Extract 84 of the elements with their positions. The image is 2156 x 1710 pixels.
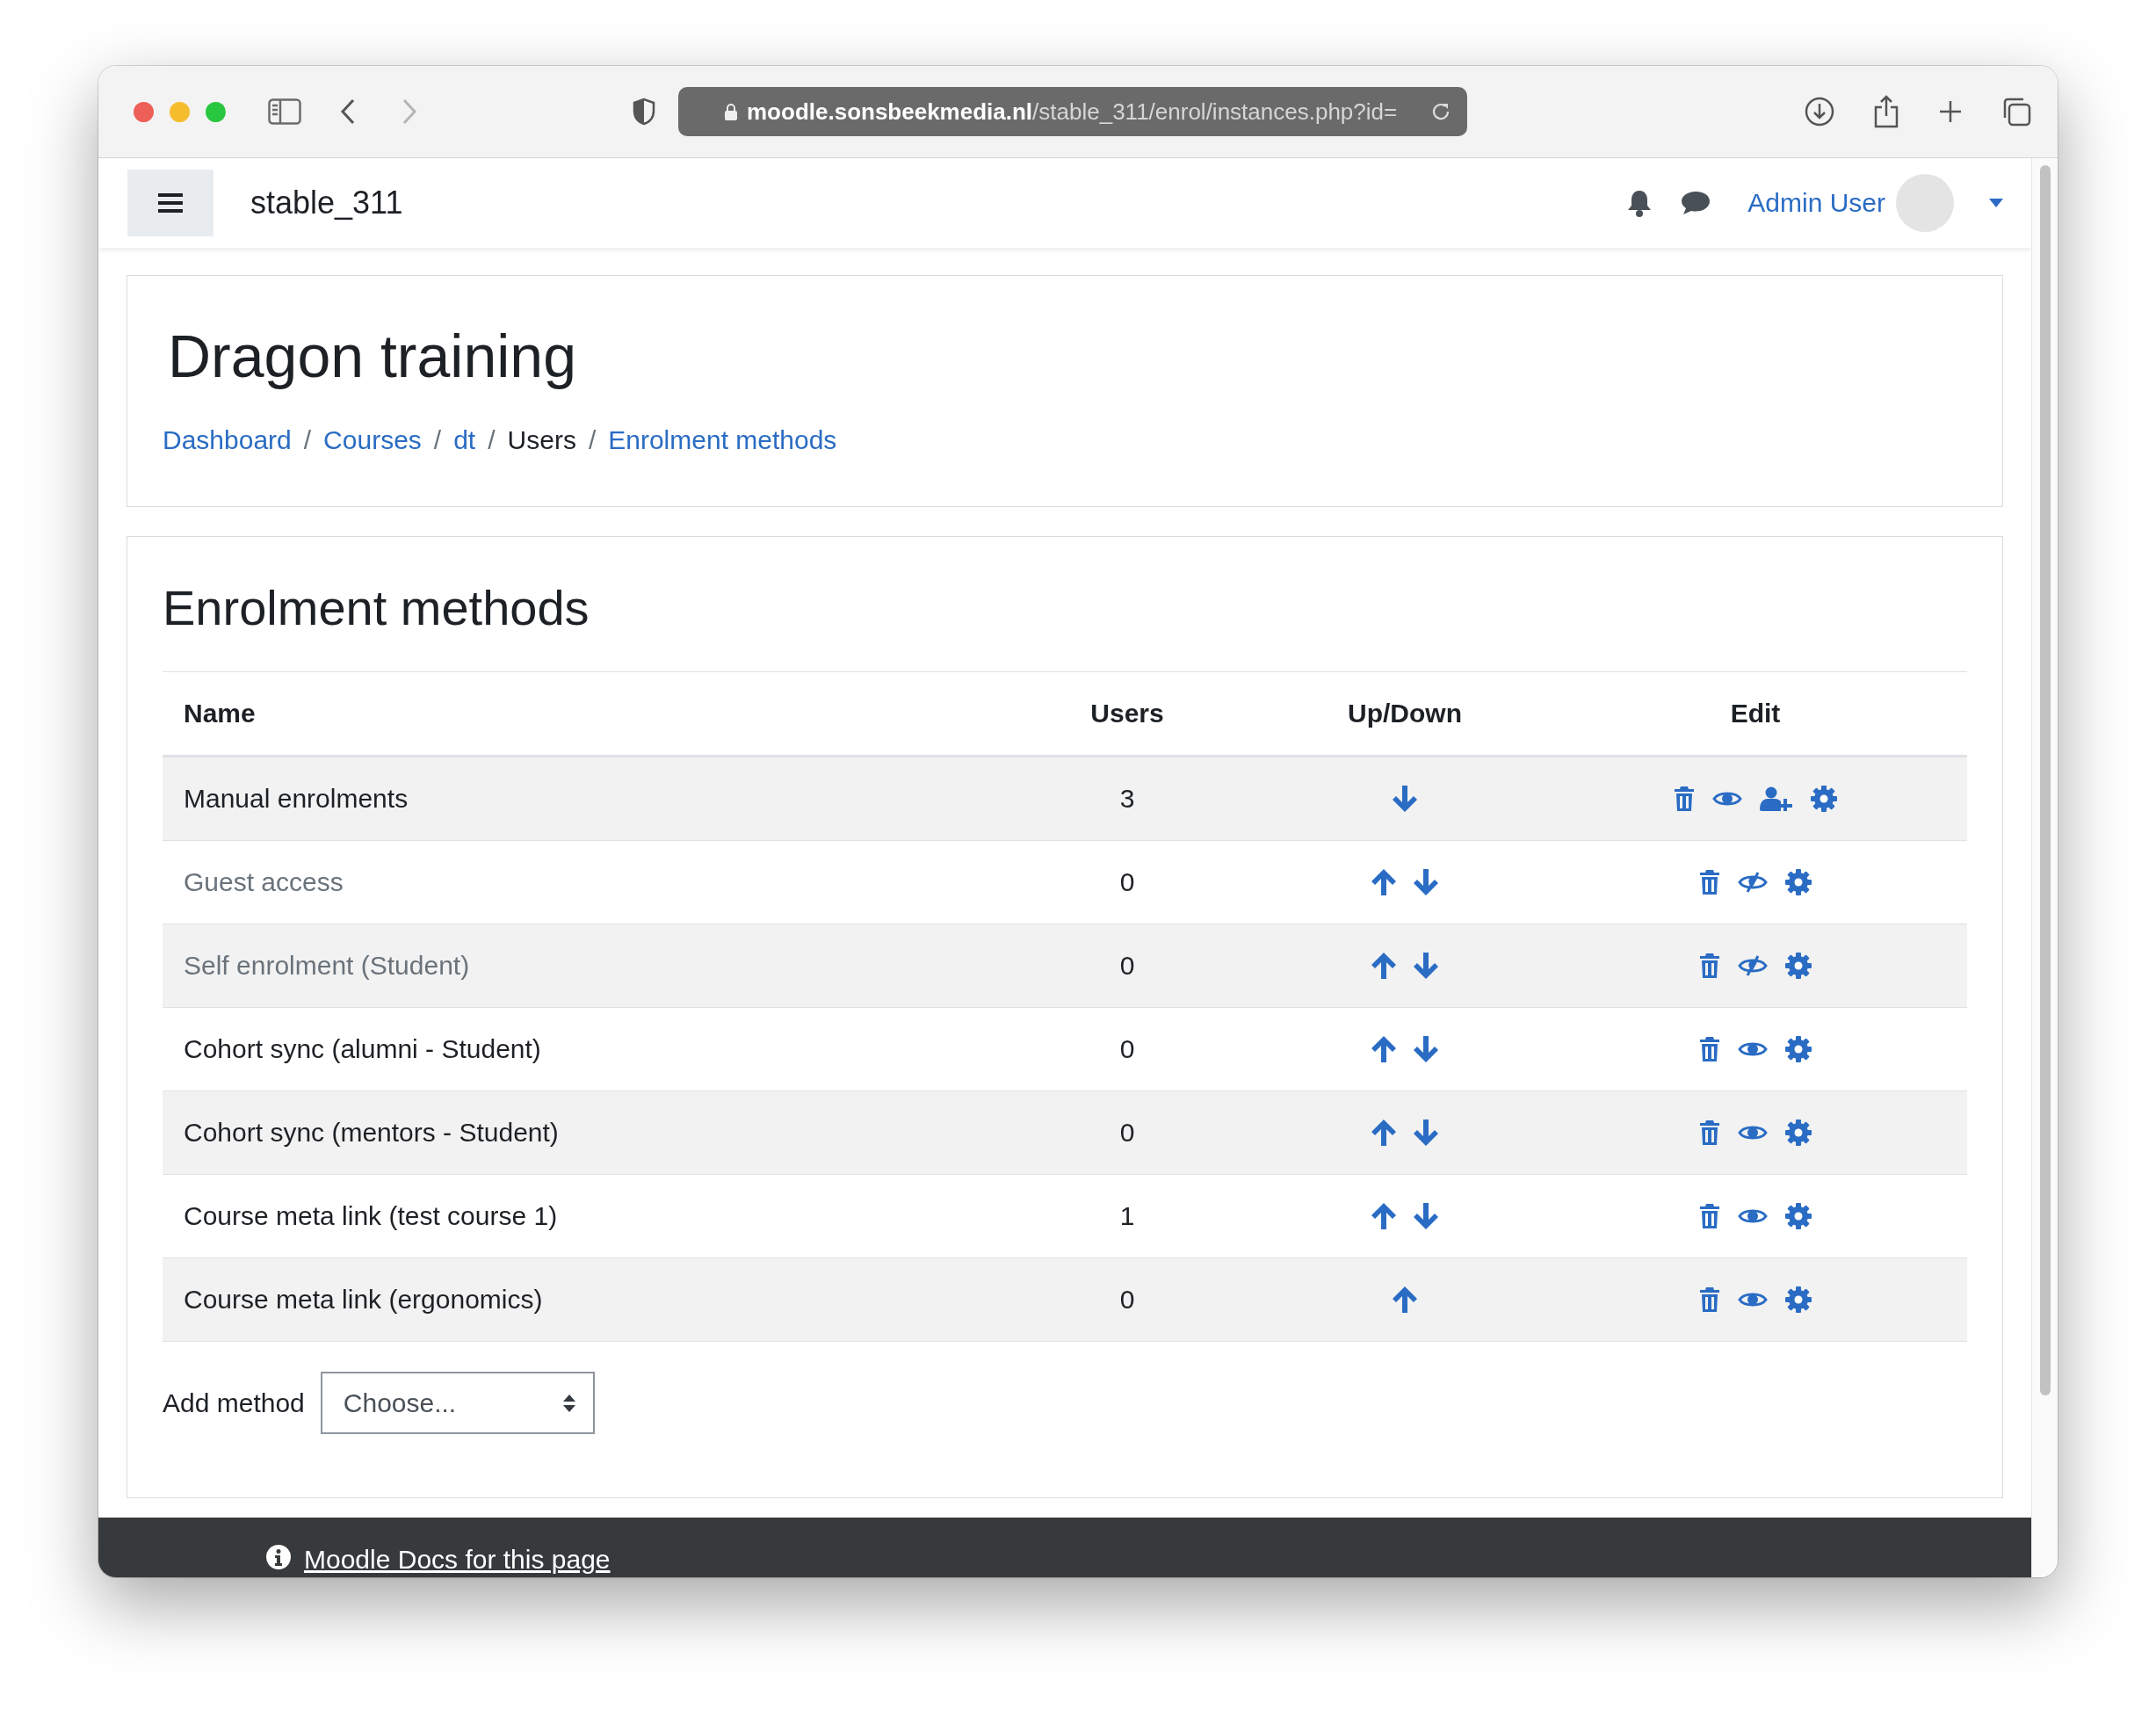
back-icon[interactable] [340,98,356,125]
share-icon[interactable] [1873,95,1899,128]
settings-icon[interactable] [1785,953,1812,979]
trash-icon[interactable] [1699,870,1720,895]
shield-icon[interactable] [633,98,655,126]
settings-icon[interactable] [1785,869,1812,895]
method-name: Guest access [183,867,344,897]
eye-slash-icon[interactable] [1738,871,1768,894]
arrow-down-icon[interactable] [1414,953,1438,979]
column-header: Users [1090,699,1164,728]
user-count: 3 [1119,784,1135,814]
settings-icon[interactable] [1785,1119,1812,1146]
plus-icon[interactable] [1938,99,1963,124]
arrow-up-icon[interactable] [1371,1119,1396,1146]
arrow-down-icon[interactable] [1414,1203,1438,1229]
bell-icon[interactable] [1626,189,1653,217]
trash-icon[interactable] [1699,953,1720,978]
method-name: Cohort sync (mentors - Student) [183,1118,560,1148]
add-user-icon[interactable] [1760,786,1793,811]
sort-caret-icon [562,1394,575,1412]
user-count: 0 [1119,951,1135,981]
info-icon [265,1544,292,1570]
add-method-label: Add method [163,1388,305,1418]
breadcrumb-separator: / [303,425,312,455]
method-name: Course meta link (ergonomics) [183,1285,544,1315]
arrow-up-icon[interactable] [1371,1203,1396,1229]
user-count: 1 [1119,1201,1135,1231]
close-window-button[interactable] [134,101,154,122]
method-name: Cohort sync (alumni - Student) [183,1034,542,1064]
column-header: Edit [1730,699,1781,728]
scrollbar-thumb[interactable] [2039,165,2051,1395]
trash-icon[interactable] [1699,1204,1720,1228]
settings-icon[interactable] [1785,1286,1812,1313]
breadcrumb-link[interactable]: Courses [323,425,422,455]
method-name: Course meta link (test course 1) [183,1201,559,1231]
site-name[interactable]: stable_311 [250,185,403,221]
trash-icon[interactable] [1699,1120,1720,1145]
eye-slash-icon[interactable] [1738,954,1768,977]
arrow-up-icon[interactable] [1371,869,1396,895]
trash-icon[interactable] [1699,1287,1720,1312]
menu-button[interactable] [127,170,213,236]
arrow-down-icon[interactable] [1414,1119,1438,1146]
breadcrumb-link[interactable]: Enrolment methods [608,425,837,455]
user-count: 0 [1119,1285,1135,1315]
arrow-up-icon[interactable] [1371,1036,1396,1062]
settings-icon[interactable] [1811,786,1837,812]
lock-icon [724,103,738,120]
add-method-select[interactable]: Choose... [320,1372,595,1434]
method-name: Manual enrolments [183,784,409,814]
docs-link[interactable]: Moodle Docs for this page [304,1544,611,1576]
column-header: Name [183,699,257,728]
breadcrumb-link[interactable]: Dashboard [163,425,292,455]
menu-icon [158,192,183,214]
trash-icon[interactable] [1674,786,1695,811]
method-name: Self enrolment (Student) [183,951,471,981]
user-count: 0 [1119,1034,1135,1064]
user-count: 0 [1119,1118,1135,1148]
arrow-up-icon[interactable] [1393,1286,1417,1313]
settings-icon[interactable] [1785,1036,1812,1062]
arrow-down-icon[interactable] [1414,1036,1438,1062]
chat-icon[interactable] [1681,190,1711,216]
column-header: Up/Down [1348,699,1462,728]
sidebar-icon[interactable] [268,98,301,125]
download-icon[interactable] [1805,97,1834,127]
breadcrumb-separator: / [588,425,597,455]
address-bar[interactable]: moodle.sonsbeekmedia.nl/stable_311/enrol/instances.php?id= [678,87,1467,136]
url-path: /stable_311/enrol/instances.php?id= [1032,98,1399,126]
caret-icon[interactable] [1989,199,2003,207]
user-name[interactable]: Admin User [1747,188,1885,218]
settings-icon[interactable] [1785,1203,1812,1229]
url-host: moodle.sonsbeekmedia.nl [747,98,1033,126]
reload-icon[interactable] [1430,101,1451,122]
user-count: 0 [1119,867,1135,897]
arrow-up-icon[interactable] [1371,953,1396,979]
page-title: Dragon training [168,322,577,390]
breadcrumb-separator: / [488,425,496,455]
breadcrumb-link[interactable]: dt [453,425,476,455]
breadcrumb-text: Users [507,425,576,455]
section-heading: Enrolment methods [163,579,590,636]
arrow-down-icon[interactable] [1414,869,1438,895]
trash-icon[interactable] [1699,1037,1720,1062]
tabs-overview-icon[interactable] [2001,97,2031,127]
breadcrumb-separator: / [433,425,442,455]
arrow-down-icon[interactable] [1393,786,1417,812]
